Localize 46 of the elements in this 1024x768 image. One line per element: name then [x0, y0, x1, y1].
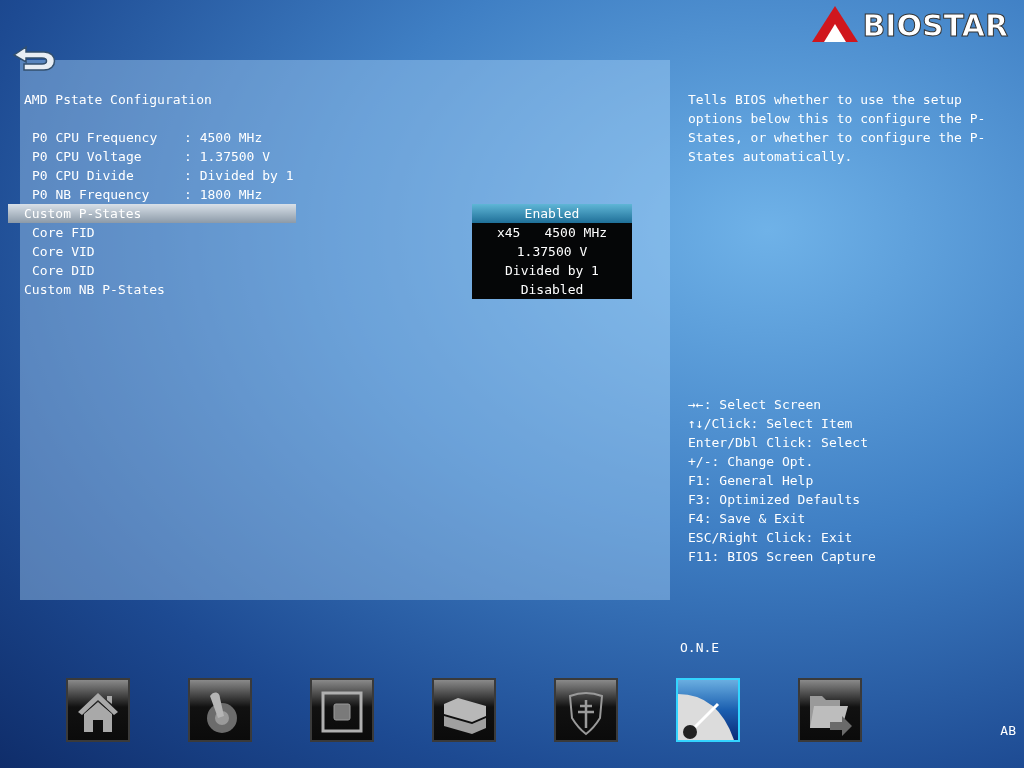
- setting-value[interactable]: Enabled: [472, 204, 632, 223]
- help-text: Tells BIOS whether to use the setup options below this to configure the P-States, or whether to configure the P-States automatically.: [688, 91, 987, 166]
- menu-label: O.N.E: [680, 640, 720, 655]
- value-text: Divided by 1: [505, 262, 599, 280]
- value-text: 1.37500 V: [516, 243, 588, 261]
- value-text: x45: [496, 224, 521, 242]
- menu-button[interactable]: [188, 678, 252, 742]
- info-label: P0 NB Frequency: [32, 186, 151, 204]
- value-text: Enabled: [524, 205, 580, 223]
- key-hint: F3: Optimized Defaults: [688, 491, 862, 509]
- info-label: P0 CPU Divide: [32, 167, 135, 185]
- info-value: : 4500 MHz: [184, 129, 264, 147]
- info-label: P0 CPU Voltage: [32, 148, 143, 166]
- key-hint: F1: General Help: [688, 472, 815, 490]
- logo-icon: [810, 4, 861, 44]
- key-hint: Enter/Dbl Click: Select: [688, 434, 869, 452]
- setting-item[interactable]: Core FID: [8, 223, 296, 242]
- key-hint: F4: Save & Exit: [688, 510, 807, 528]
- key-hint: ↑↓/Click: Select Item: [688, 415, 854, 433]
- setting-value[interactable]: x45 4500 MHz: [472, 223, 632, 242]
- value-text: 4500 MHz: [544, 224, 608, 242]
- setting-value[interactable]: Divided by 1: [472, 261, 632, 280]
- section-title: AMD Pstate Configuration: [23, 91, 213, 109]
- setting-value[interactable]: Disabled: [472, 280, 632, 299]
- info-value: : Divided by 1: [184, 167, 294, 185]
- setting-item[interactable]: Core VID: [8, 242, 296, 261]
- key-hint: →←: Select Screen: [688, 396, 823, 414]
- menu-button[interactable]: [432, 678, 496, 742]
- menu-button[interactable]: [66, 678, 130, 742]
- setting-item[interactable]: Custom NB P-States: [8, 280, 296, 299]
- back-arrow-icon[interactable]: [12, 45, 58, 71]
- brand-logo-text: BIOSTAR: [862, 8, 1008, 44]
- status-text: AB: [1000, 723, 1016, 738]
- info-value: : 1800 MHz: [184, 186, 264, 204]
- menu-button[interactable]: [798, 678, 862, 742]
- info-label: P0 CPU Frequency: [32, 129, 159, 147]
- menu-button[interactable]: [310, 678, 374, 742]
- key-hint: ESC/Right Click: Exit: [688, 529, 854, 547]
- setting-value[interactable]: 1.37500 V: [472, 242, 632, 261]
- key-hint: F11: BIOS Screen Capture: [688, 548, 877, 566]
- setting-item[interactable]: Custom P-States: [8, 204, 296, 223]
- menu-button[interactable]: [554, 678, 618, 742]
- setting-item[interactable]: Core DID: [8, 261, 296, 280]
- info-value: : 1.37500 V: [184, 148, 272, 166]
- key-hint: +/-: Change Opt.: [688, 453, 815, 471]
- value-text: Disabled: [520, 281, 584, 299]
